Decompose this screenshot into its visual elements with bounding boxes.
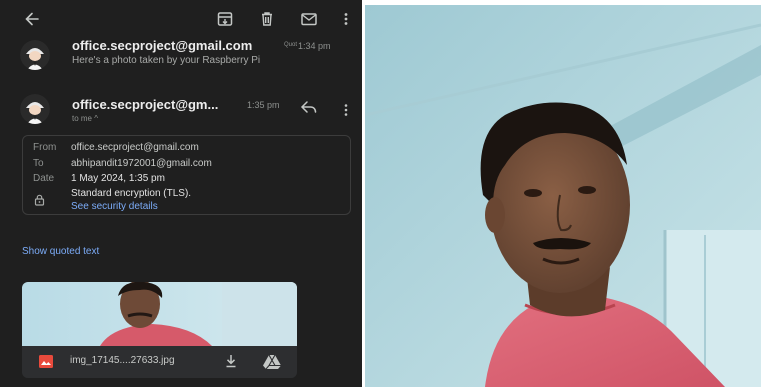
message-details-card: From office.secproject@gmail.com To abhi… bbox=[22, 135, 351, 215]
mail-icon[interactable] bbox=[299, 9, 319, 29]
camera-photo bbox=[365, 5, 761, 387]
sender-avatar[interactable] bbox=[20, 40, 50, 70]
show-quoted-text-link[interactable]: Show quoted text bbox=[22, 246, 99, 257]
drive-icon[interactable] bbox=[263, 354, 281, 369]
message-sender[interactable]: office.secproject@gm... bbox=[72, 97, 218, 112]
more-vert-icon[interactable] bbox=[343, 103, 349, 117]
sender-avatar[interactable] bbox=[20, 94, 50, 124]
attachment-thumbnail[interactable] bbox=[22, 282, 297, 346]
message-snippet[interactable]: Here's a photo taken by your Raspberry P… bbox=[72, 55, 260, 66]
from-value: office.secproject@gmail.com bbox=[71, 142, 199, 153]
archive-icon[interactable] bbox=[215, 9, 235, 29]
message-sender[interactable]: office.secproject@gmail.com bbox=[72, 38, 252, 53]
security-details-link[interactable]: See security details bbox=[71, 201, 158, 212]
arrow-back-icon[interactable] bbox=[22, 9, 42, 29]
date-value: 1 May 2024, 1:35 pm bbox=[71, 173, 165, 184]
lock-icon bbox=[34, 194, 45, 206]
image-file-icon bbox=[39, 355, 53, 368]
quoted-tag: Quot bbox=[284, 42, 298, 48]
recipient-toggle[interactable]: to me ^ bbox=[72, 114, 98, 123]
attachment-bar: img_17145....27633.jpg bbox=[22, 346, 297, 378]
email-toolbar bbox=[0, 0, 362, 38]
trash-icon[interactable] bbox=[257, 9, 277, 29]
more-vert-icon[interactable] bbox=[340, 9, 352, 29]
attachment-card[interactable]: img_17145....27633.jpg bbox=[22, 282, 297, 378]
from-label: From bbox=[33, 142, 57, 153]
download-icon[interactable] bbox=[225, 354, 237, 368]
encryption-text: Standard encryption (TLS). bbox=[71, 188, 192, 199]
message-time: 1:34 pm bbox=[298, 41, 331, 51]
to-value: abhipandit1972001@gmail.com bbox=[71, 158, 212, 169]
to-label: To bbox=[33, 158, 44, 169]
date-label: Date bbox=[33, 173, 55, 184]
attachment-filename[interactable]: img_17145....27633.jpg bbox=[70, 355, 175, 366]
reply-icon[interactable] bbox=[300, 99, 318, 115]
message-time: 1:35 pm bbox=[247, 100, 280, 110]
email-panel: office.secproject@gmail.com Quot 1:34 pm… bbox=[0, 0, 362, 387]
